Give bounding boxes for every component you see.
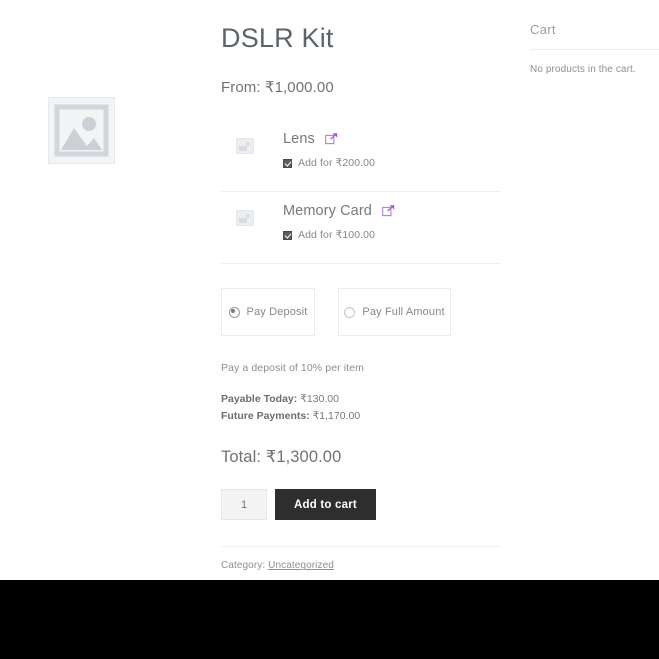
price-from: From: ₹1,000.00 xyxy=(221,79,334,97)
addon-price-label: Add for ₹100.00 xyxy=(298,229,376,242)
addon-checkbox-row[interactable]: Add for ₹100.00 xyxy=(283,229,501,241)
product-category: Category: Uncategorized xyxy=(221,560,501,571)
category-prefix-label: Category: xyxy=(221,560,269,572)
image-placeholder-icon xyxy=(236,210,254,227)
future-payments-label: Future Payments: xyxy=(221,410,310,423)
payable-today-label: Payable Today: xyxy=(221,393,298,406)
future-payments-value: ₹1,170.00 xyxy=(309,410,361,423)
radio-icon[interactable] xyxy=(344,306,356,318)
product-summary: DSLR Kit From: ₹1,000.00 Lens Add for ₹2… xyxy=(221,0,501,571)
product-page: DSLR Kit From: ₹1,000.00 Lens Add for ₹2… xyxy=(0,0,659,580)
pay-full-amount-label: Pay Full Amount xyxy=(362,306,445,319)
cart-sidebar: Cart No products in the cart. xyxy=(530,0,659,75)
addon-name: Memory Card xyxy=(283,203,372,220)
pay-deposit-label: Pay Deposit xyxy=(246,306,308,319)
addon-row[interactable]: Memory Card Add for ₹100.00 xyxy=(221,192,501,265)
radio-icon-selected[interactable] xyxy=(228,306,240,318)
meta-divider xyxy=(221,546,500,548)
bottom-black-band xyxy=(0,580,659,659)
pay-deposit-option[interactable]: Pay Deposit xyxy=(221,288,315,337)
payable-today-row: Payable Today: ₹130.00 xyxy=(221,391,501,408)
payment-breakdown: Payable Today: ₹130.00 Future Payments: … xyxy=(221,391,501,425)
cart-empty-message: No products in the cart. xyxy=(530,64,636,75)
addon-row[interactable]: Lens Add for ₹200.00 xyxy=(221,120,501,193)
image-placeholder-icon xyxy=(48,97,115,164)
addon-checkbox-row[interactable]: Add for ₹200.00 xyxy=(283,157,501,169)
image-placeholder-icon xyxy=(236,138,254,155)
pay-full-amount-option[interactable]: Pay Full Amount xyxy=(338,288,451,337)
payable-today-value: ₹130.00 xyxy=(297,393,339,406)
add-to-cart-form: Add to cart xyxy=(221,489,501,521)
total-price: Total: ₹1,300.00 xyxy=(221,448,342,467)
addon-price-label: Add for ₹200.00 xyxy=(298,157,376,170)
external-link-icon[interactable] xyxy=(382,204,395,217)
cart-heading: Cart xyxy=(530,22,556,37)
product-gallery[interactable] xyxy=(48,97,115,164)
external-link-icon[interactable] xyxy=(325,132,338,145)
addon-list: Lens Add for ₹200.00 Memory Card Add for… xyxy=(221,120,501,265)
future-payments-row: Future Payments: ₹1,170.00 xyxy=(221,408,501,425)
category-link[interactable]: Uncategorized xyxy=(268,560,334,571)
deposit-options: Pay Deposit Pay Full Amount xyxy=(221,288,501,337)
deposit-note: Pay a deposit of 10% per item xyxy=(221,362,364,375)
quantity-input[interactable] xyxy=(221,489,267,521)
cart-divider xyxy=(530,49,659,50)
checkbox-icon[interactable] xyxy=(283,230,292,240)
checkbox-icon[interactable] xyxy=(283,158,292,168)
addon-name: Lens xyxy=(283,131,315,148)
page-title: DSLR Kit xyxy=(221,23,334,53)
add-to-cart-button[interactable]: Add to cart xyxy=(275,489,376,521)
